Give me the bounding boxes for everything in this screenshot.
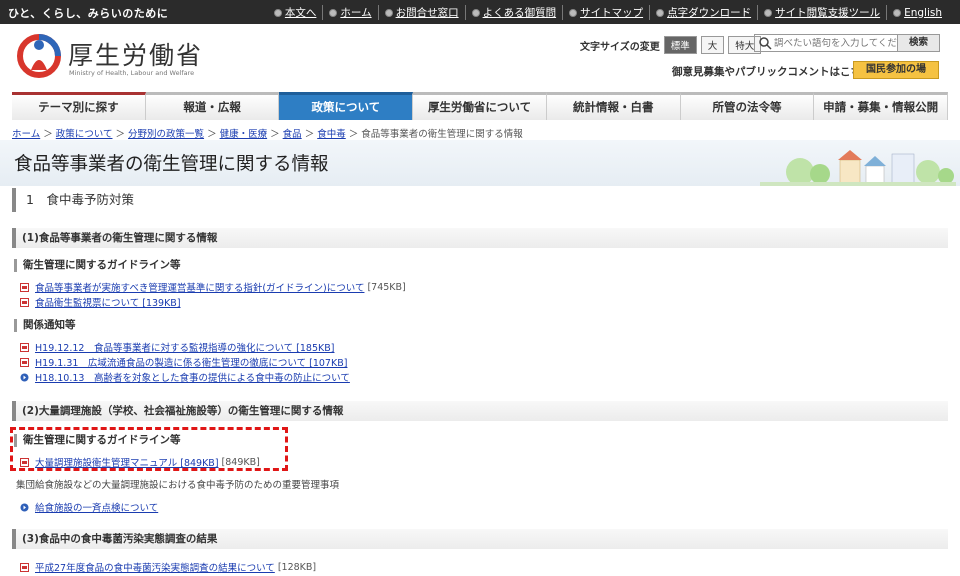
list-item: H19.1.31 広域流通食品の製造に係る衛生管理の徹底について [107KB] [20,355,347,369]
link-notice-h18-10-13[interactable]: H18.10.13 高齢者を対象とした食事の提供による食中毒の防止について [35,370,350,384]
site-logo-subtitle: Ministry of Health, Labour and Welfare [69,69,195,77]
bullet-icon [569,8,578,17]
page-title: 食品等事業者の衛生管理に関する情報 [14,154,329,175]
font-size-switcher: 文字サイズの変更 標準 大 特大 [580,36,762,54]
block-heading-mass-cooking: (2)大量調理施設（学校、社会福祉施設等）の衛生管理に関する情報 [12,401,948,421]
highlight-box [10,427,288,471]
link-braille-download[interactable]: 点字ダウンロード [650,5,759,20]
pdf-icon [20,297,29,307]
link-home[interactable]: ホーム [323,5,379,20]
nav-item-laws[interactable]: 所管の法令等 [680,92,815,120]
subheading-notices: 関係通知等 [14,319,76,332]
link-contact[interactable]: お問合せ窓口 [379,5,466,20]
global-nav: テーマ別に探す 報道・広報 政策について 厚生労働省について 統計情報・白書 所… [12,92,949,120]
public-comment-link[interactable]: 御意見募集やパブリックコメントはこちら [672,64,872,79]
font-size-large-button[interactable]: 大 [700,36,725,54]
site-tagline: ひと、くらし、みらいのために [8,7,169,20]
manual-description: 集団給食施設などの大量調理施設における食中毒予防のための重要管理事項 [16,480,340,491]
list-item: H18.10.13 高齢者を対象とした食事の提供による食中毒の防止について [20,370,350,384]
breadcrumb-health[interactable]: 健康・医療 [220,129,268,140]
bullet-icon [384,8,393,17]
link-hygiene-inspection-sheet[interactable]: 食品衛生監視票について [139KB] [35,295,181,309]
search-button[interactable]: 検索 [897,35,939,51]
list-item: 食品等事業者が実施すべき管理運営基準に関する指針(ガイドライン)について [74… [20,280,406,294]
search-box: 検索 [754,34,940,52]
section-heading-food-poisoning-prevention: 1 食中毒予防対策 [12,188,948,212]
pdf-icon [20,342,29,352]
site-header: 厚生労働省 Ministry of Health, Labour and Wel… [0,24,960,90]
citizen-participation-button[interactable]: 国民参加の場 [853,61,939,79]
list-item: 食品衛生監視票について [139KB] [20,295,181,309]
font-size-label: 文字サイズの変更 [580,41,660,53]
pdf-icon [20,282,29,292]
breadcrumb-food[interactable]: 食品 [283,129,302,140]
site-logo-text[interactable]: 厚生労働省 [68,36,203,72]
link-notice-h19-1-31[interactable]: H19.1.31 広域流通食品の製造に係る衛生管理の徹底について [107KB] [35,355,347,369]
town-illustration-icon [760,150,956,186]
bullet-icon [764,8,773,17]
mhlw-logo-icon[interactable] [16,32,62,80]
link-management-guideline[interactable]: 食品等事業者が実施すべき管理運営基準に関する指針(ガイドライン)について [35,280,364,294]
home-icon [329,8,338,17]
bullet-icon [273,8,282,17]
link-cafeteria-inspection[interactable]: 給食施設の一斉点検について [35,500,158,514]
font-size-standard-button[interactable]: 標準 [663,36,697,54]
pdf-icon [20,562,29,572]
globe-icon [893,8,902,17]
breadcrumb-current: 食品等事業者の衛生管理に関する情報 [361,129,523,140]
file-size: [128KB] [277,561,317,573]
link-english[interactable]: English [887,5,948,20]
subheading-guidelines-1: 衛生管理に関するガイドライン等 [14,259,181,272]
link-skip-to-content[interactable]: 本文へ [268,5,324,20]
pdf-icon [20,357,29,367]
nav-item-by-theme[interactable]: テーマ別に探す [12,92,146,120]
search-input[interactable] [774,37,900,49]
list-item: 平成27年度食品の食中毒菌汚染実態調査の結果について [128KB] [20,560,316,574]
link-sitemap[interactable]: サイトマップ [563,5,651,20]
breadcrumb-food-poisoning[interactable]: 食中毒 [317,129,346,140]
file-size: [745KB] [367,281,406,293]
utility-links: 本文へ ホーム お問合せ窓口 よくある御質問 サイトマップ 点字ダウンロード サ… [268,5,948,20]
page-link-icon [20,373,29,381]
link-notice-h19-12-12[interactable]: H19.12.12 食品等事業者に対する監視指導の強化について [185KB] [35,340,334,354]
block-heading-food-business: (1)食品等事業者の衛生管理に関する情報 [12,228,948,248]
breadcrumb-policy[interactable]: 政策について [56,129,113,140]
link-h27-survey-results[interactable]: 平成27年度食品の食中毒菌汚染実態調査の結果について [35,560,275,574]
list-item: H19.12.12 食品等事業者に対する監視指導の強化について [185KB] [20,340,334,354]
search-icon [759,37,772,50]
breadcrumb-policy-list[interactable]: 分野別の政策一覧 [128,129,204,140]
link-faq[interactable]: よくある御質問 [466,5,564,20]
block-heading-contamination-survey: (3)食品中の食中毒菌汚染実態調査の結果 [12,529,948,549]
page-link-icon [20,503,29,511]
bullet-icon [471,8,480,17]
breadcrumb: ホーム ＞ 政策について ＞ 分野別の政策一覧 ＞ 健康・医療 ＞ 食品 ＞ 食… [12,129,523,140]
top-utility-bar: ひと、くらし、みらいのために 本文へ ホーム お問合せ窓口 よくある御質問 サイ… [0,0,960,24]
nav-item-about[interactable]: 厚生労働省について [413,92,547,120]
bullet-icon [656,8,665,17]
link-accessibility-tool[interactable]: サイト閲覧支援ツール [758,5,888,20]
list-item: 給食施設の一斉点検について [20,500,158,514]
nav-item-statistics[interactable]: 統計情報・白書 [546,92,681,120]
nav-item-policy[interactable]: 政策について [279,92,414,120]
breadcrumb-home[interactable]: ホーム [12,129,40,140]
nav-item-applications[interactable]: 申請・募集・情報公開 [814,92,949,120]
nav-item-press[interactable]: 報道・広報 [145,92,280,120]
